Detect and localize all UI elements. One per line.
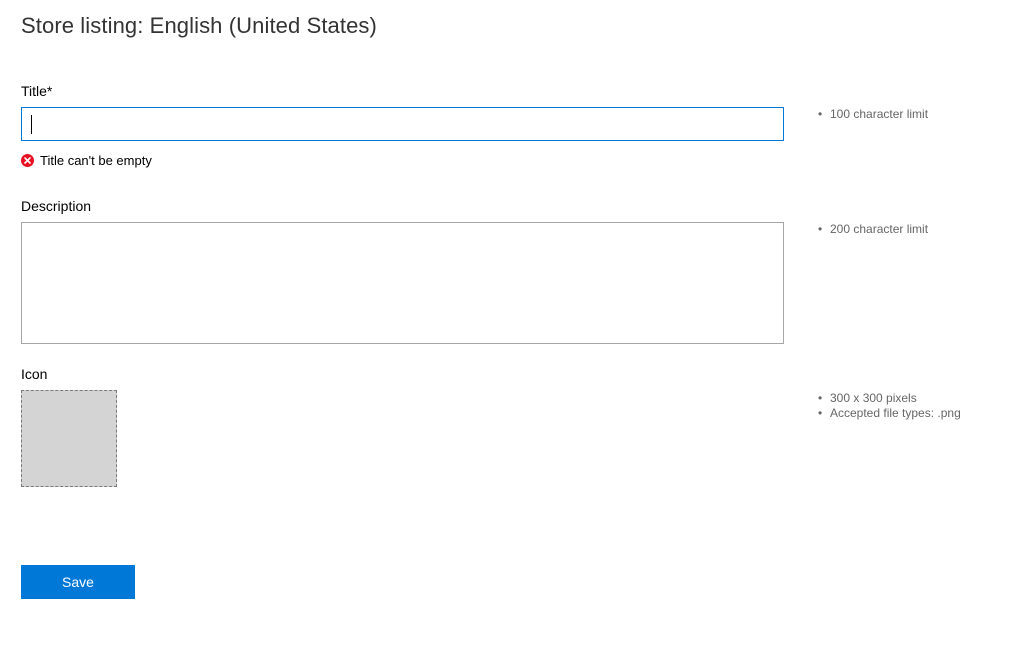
hint-item: 300 x 300 pixels [818,391,961,406]
icon-hints: 300 x 300 pixels Accepted file types: .p… [818,391,961,421]
icon-label: Icon [21,366,48,382]
error-text: Title can't be empty [40,152,152,168]
store-listing-page: Store listing: English (United States) T… [0,0,1023,655]
hint-item: 200 character limit [818,222,928,237]
title-input[interactable] [21,107,784,141]
hint-item: Accepted file types: .png [818,406,961,421]
description-label: Description [21,198,92,214]
text-caret [31,115,32,134]
error-icon [21,153,34,167]
save-button[interactable]: Save [21,565,135,599]
icon-upload-box[interactable] [21,390,117,487]
description-hints: 200 character limit [818,222,928,237]
description-textarea[interactable] [21,222,784,344]
title-label: Title* [21,83,53,99]
page-title: Store listing: English (United States) [21,13,377,38]
title-error-message: Title can't be empty [21,151,152,169]
title-hints: 100 character limit [818,107,928,122]
hint-item: 100 character limit [818,107,928,122]
